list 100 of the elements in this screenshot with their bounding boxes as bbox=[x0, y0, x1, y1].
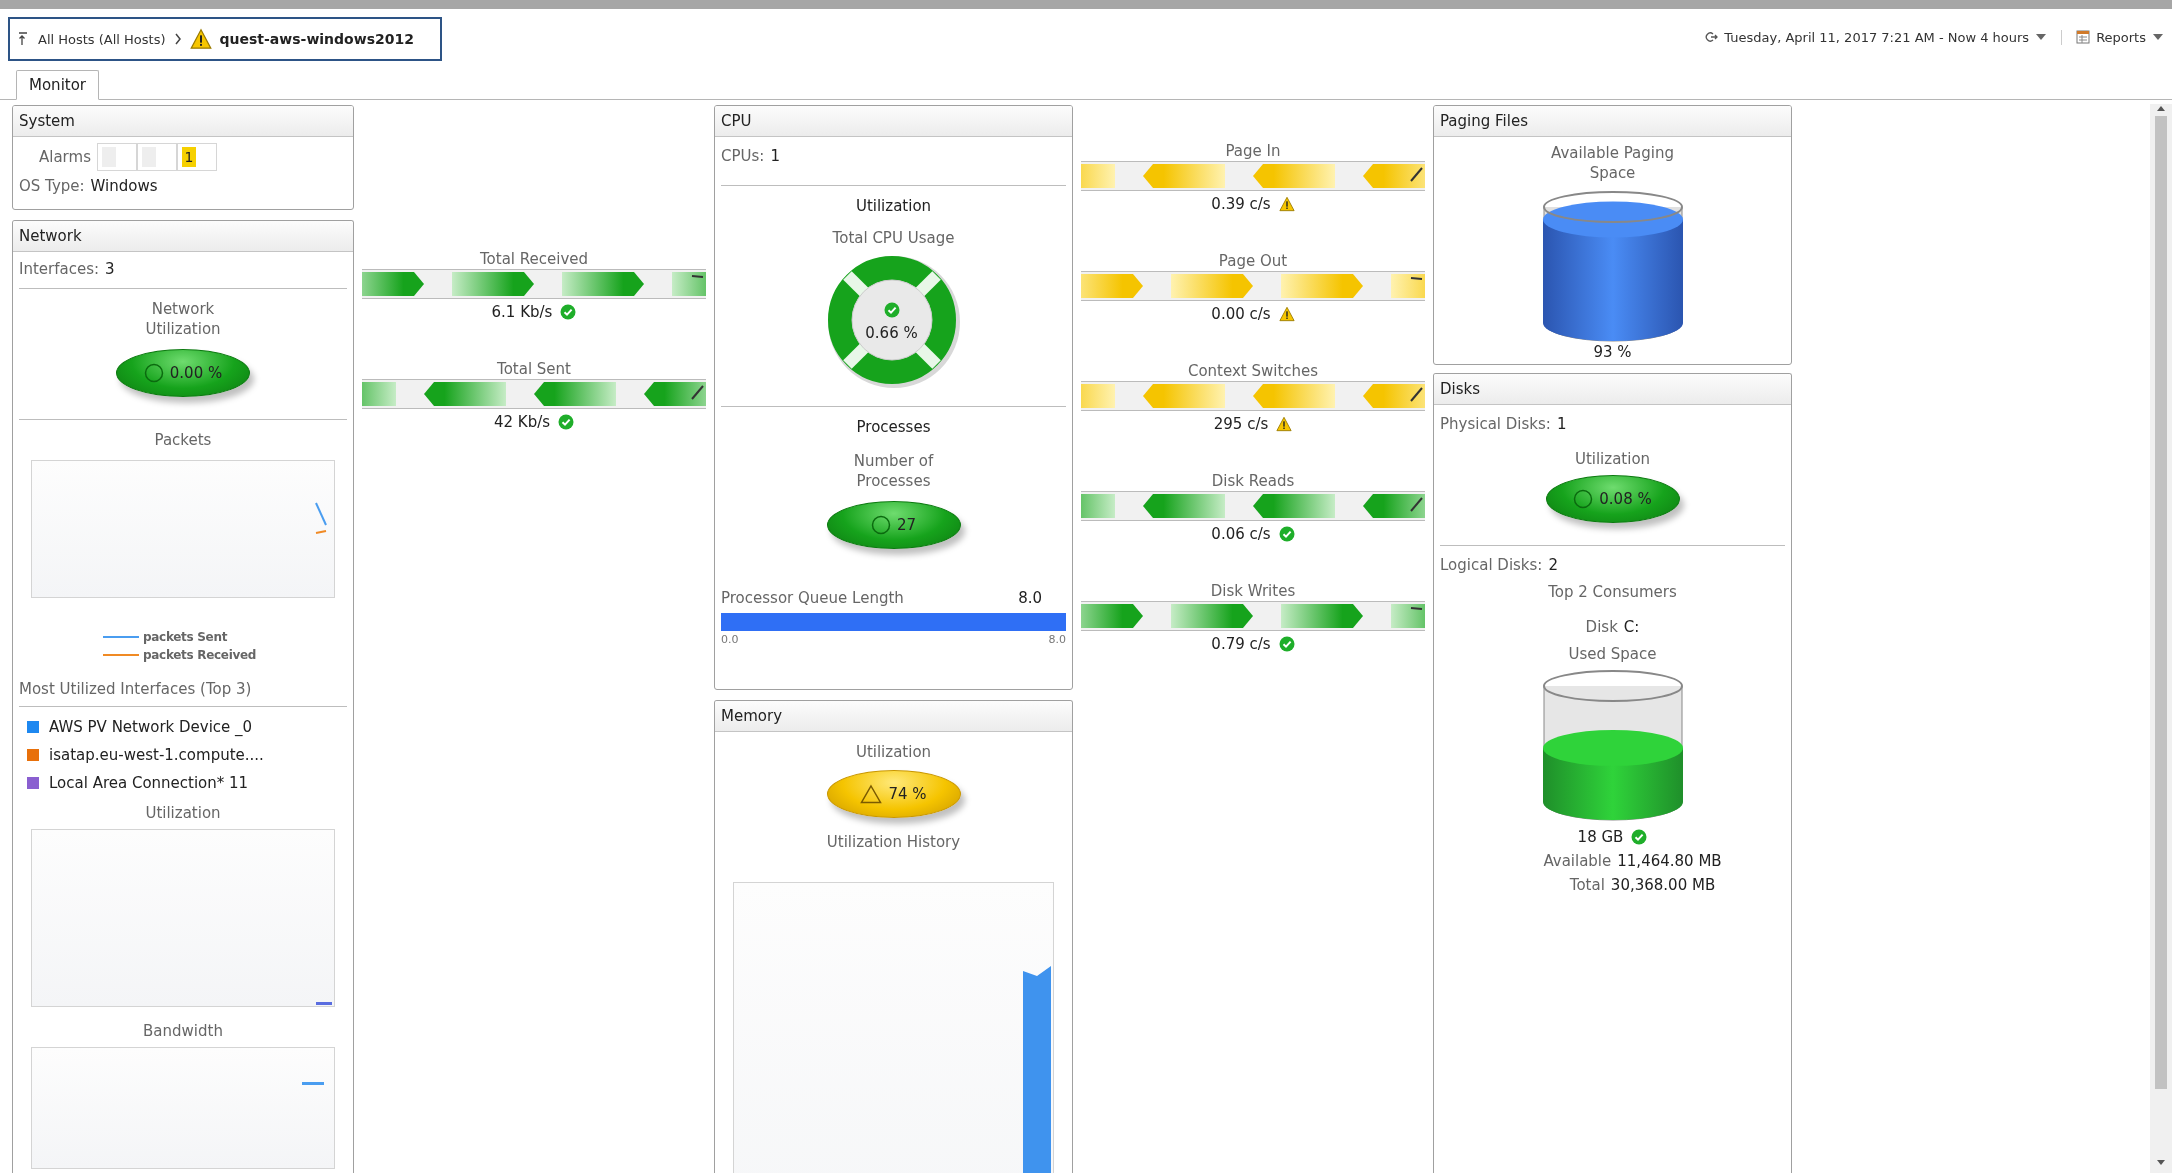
gauge-value: 0.08 % bbox=[1599, 490, 1652, 508]
tab[interactable]: Monitor bbox=[16, 70, 100, 100]
gauge-label: Context Switches bbox=[1187, 361, 1319, 381]
gauge-value: 42 Kb/s bbox=[493, 413, 551, 431]
gauge-value: 18 GB bbox=[1577, 828, 1624, 846]
total-label: Total bbox=[1569, 876, 1605, 894]
warning-icon bbox=[1278, 306, 1295, 322]
caret-icon bbox=[2035, 33, 2048, 41]
warning-icon bbox=[189, 28, 212, 50]
queue-label: Processor Queue Length bbox=[721, 589, 904, 607]
available-label: Available bbox=[1543, 852, 1612, 870]
section-title: Processes bbox=[856, 417, 931, 437]
total-value: 30,368.00 MB bbox=[1610, 876, 1716, 894]
gauge-label: Disk Reads bbox=[1211, 471, 1295, 491]
chart-title: Bandwidth bbox=[143, 1021, 223, 1041]
os-type-label: OS Type: bbox=[19, 177, 85, 195]
gauge-title: Utilization bbox=[1574, 449, 1651, 469]
chart-title: Utilization bbox=[145, 803, 221, 823]
interface-name: isatap.eu-west-1.compute.... bbox=[49, 746, 264, 764]
chevron-icon bbox=[173, 33, 182, 45]
gauge-value: 0.66 % bbox=[865, 324, 918, 342]
interface-name: AWS PV Network Device _0 bbox=[49, 718, 253, 736]
gauge-value: 27 bbox=[896, 516, 917, 534]
alarms-label: Alarms bbox=[39, 148, 91, 166]
gauge-title: Utilization bbox=[855, 742, 932, 762]
gauge-value: 0.06 c/s bbox=[1211, 525, 1271, 543]
queue-value: 8.0 bbox=[1018, 589, 1042, 607]
circle-icon bbox=[143, 363, 164, 383]
scrollbar[interactable] bbox=[2150, 104, 2172, 1173]
gauge-title: Number of Processes bbox=[852, 451, 935, 491]
section-title: Top 2 Consumers bbox=[1548, 582, 1677, 602]
scroll-down-icon[interactable] bbox=[2156, 1159, 2166, 1167]
gauge-value: 93 % bbox=[1593, 343, 1632, 361]
circle-icon bbox=[870, 515, 891, 535]
warning-icon bbox=[1276, 416, 1293, 432]
gauge-value: 295 c/s bbox=[1213, 415, 1269, 433]
section-title: Utilization bbox=[855, 196, 932, 216]
breadcrumb-link[interactable]: All Hosts (All Hosts) bbox=[38, 31, 166, 47]
legend-label: packets Received bbox=[143, 648, 257, 662]
disk-label: Disk bbox=[1585, 618, 1618, 636]
axis-min-label: 0.0 bbox=[721, 633, 739, 646]
chart-title: Utilization History bbox=[826, 832, 961, 852]
refresh-icon bbox=[1704, 31, 1719, 43]
gauge-value: 0.39 c/s bbox=[1211, 195, 1271, 213]
panel-title: System bbox=[13, 106, 353, 137]
gauge-title: Total CPU Usage bbox=[832, 228, 955, 248]
check-icon bbox=[883, 302, 900, 318]
check-icon bbox=[560, 304, 577, 320]
gauge-value: 0.79 c/s bbox=[1211, 635, 1271, 653]
check-icon bbox=[1278, 636, 1295, 652]
axis-max-label: 8.0 bbox=[1048, 633, 1066, 646]
gauge-value: 6.1 Kb/s bbox=[491, 303, 553, 321]
gauge-label: Total Sent bbox=[497, 359, 571, 379]
check-icon bbox=[1278, 526, 1295, 542]
gauge-value: 74 % bbox=[888, 785, 927, 803]
panel-title: CPU bbox=[715, 106, 1072, 137]
check-icon bbox=[558, 414, 575, 430]
circle-icon bbox=[1573, 489, 1594, 509]
report-icon bbox=[2076, 30, 2091, 44]
gauge-label: Disk Writes bbox=[1210, 581, 1296, 601]
logical-disks-value: 2 bbox=[1548, 556, 1558, 574]
warning-outline-icon bbox=[860, 784, 883, 804]
warning-icon bbox=[1278, 196, 1295, 212]
cpus-label: CPUs: bbox=[721, 147, 765, 165]
reports-button[interactable]: Reports bbox=[2076, 29, 2164, 45]
gauge-value: 0.00 % bbox=[169, 364, 223, 382]
gauge-title: Network Utilization bbox=[144, 299, 222, 339]
cpus-value: 1 bbox=[770, 147, 780, 165]
gauge-label: Page In bbox=[1225, 141, 1281, 161]
host-name: quest-aws-windows2012 bbox=[219, 31, 414, 47]
caret-icon bbox=[2152, 33, 2164, 41]
chart-title: Packets bbox=[154, 430, 212, 450]
logical-disks-label: Logical Disks: bbox=[1440, 556, 1543, 574]
os-type-value: Windows bbox=[90, 177, 158, 195]
panel-title: Network bbox=[13, 221, 353, 252]
scroll-up-icon[interactable] bbox=[2156, 104, 2166, 112]
time-range-selector[interactable]: Tuesday, April 11, 2017 7:21 AM - Now 4 hours bbox=[1704, 29, 2063, 45]
panel-title: Disks bbox=[1434, 374, 1791, 405]
gauge-value: 0.00 c/s bbox=[1211, 305, 1271, 323]
section-title: Most Utilized Interfaces (Top 3) bbox=[19, 680, 253, 698]
physical-disks-value: 1 bbox=[1556, 415, 1567, 433]
panel-title: Memory bbox=[715, 701, 1072, 732]
disk-name: C: bbox=[1623, 618, 1640, 636]
gauge-title: Available Paging Space bbox=[1550, 143, 1675, 183]
alarm-counter[interactable] bbox=[96, 143, 137, 171]
check-icon bbox=[1631, 829, 1648, 845]
up-level-icon[interactable] bbox=[18, 32, 30, 46]
physical-disks-label: Physical Disks: bbox=[1440, 415, 1551, 433]
interfaces-value: 3 bbox=[105, 260, 115, 278]
alarm-counter[interactable] bbox=[136, 143, 177, 171]
interfaces-label: Interfaces: bbox=[19, 260, 100, 278]
gauge-label: Total Received bbox=[479, 249, 588, 269]
legend-label: packets Sent bbox=[143, 630, 228, 644]
panel-title: Paging Files bbox=[1434, 106, 1791, 137]
gauge-label: Page Out bbox=[1218, 251, 1288, 271]
interface-name: Local Area Connection* 11 bbox=[49, 774, 249, 792]
scrollbar-thumb[interactable] bbox=[2155, 116, 2167, 1089]
alarm-counter[interactable]: 1 bbox=[176, 143, 217, 171]
available-value: 11,464.80 MB bbox=[1617, 852, 1722, 870]
gauge-title: Used Space bbox=[1568, 644, 1657, 664]
